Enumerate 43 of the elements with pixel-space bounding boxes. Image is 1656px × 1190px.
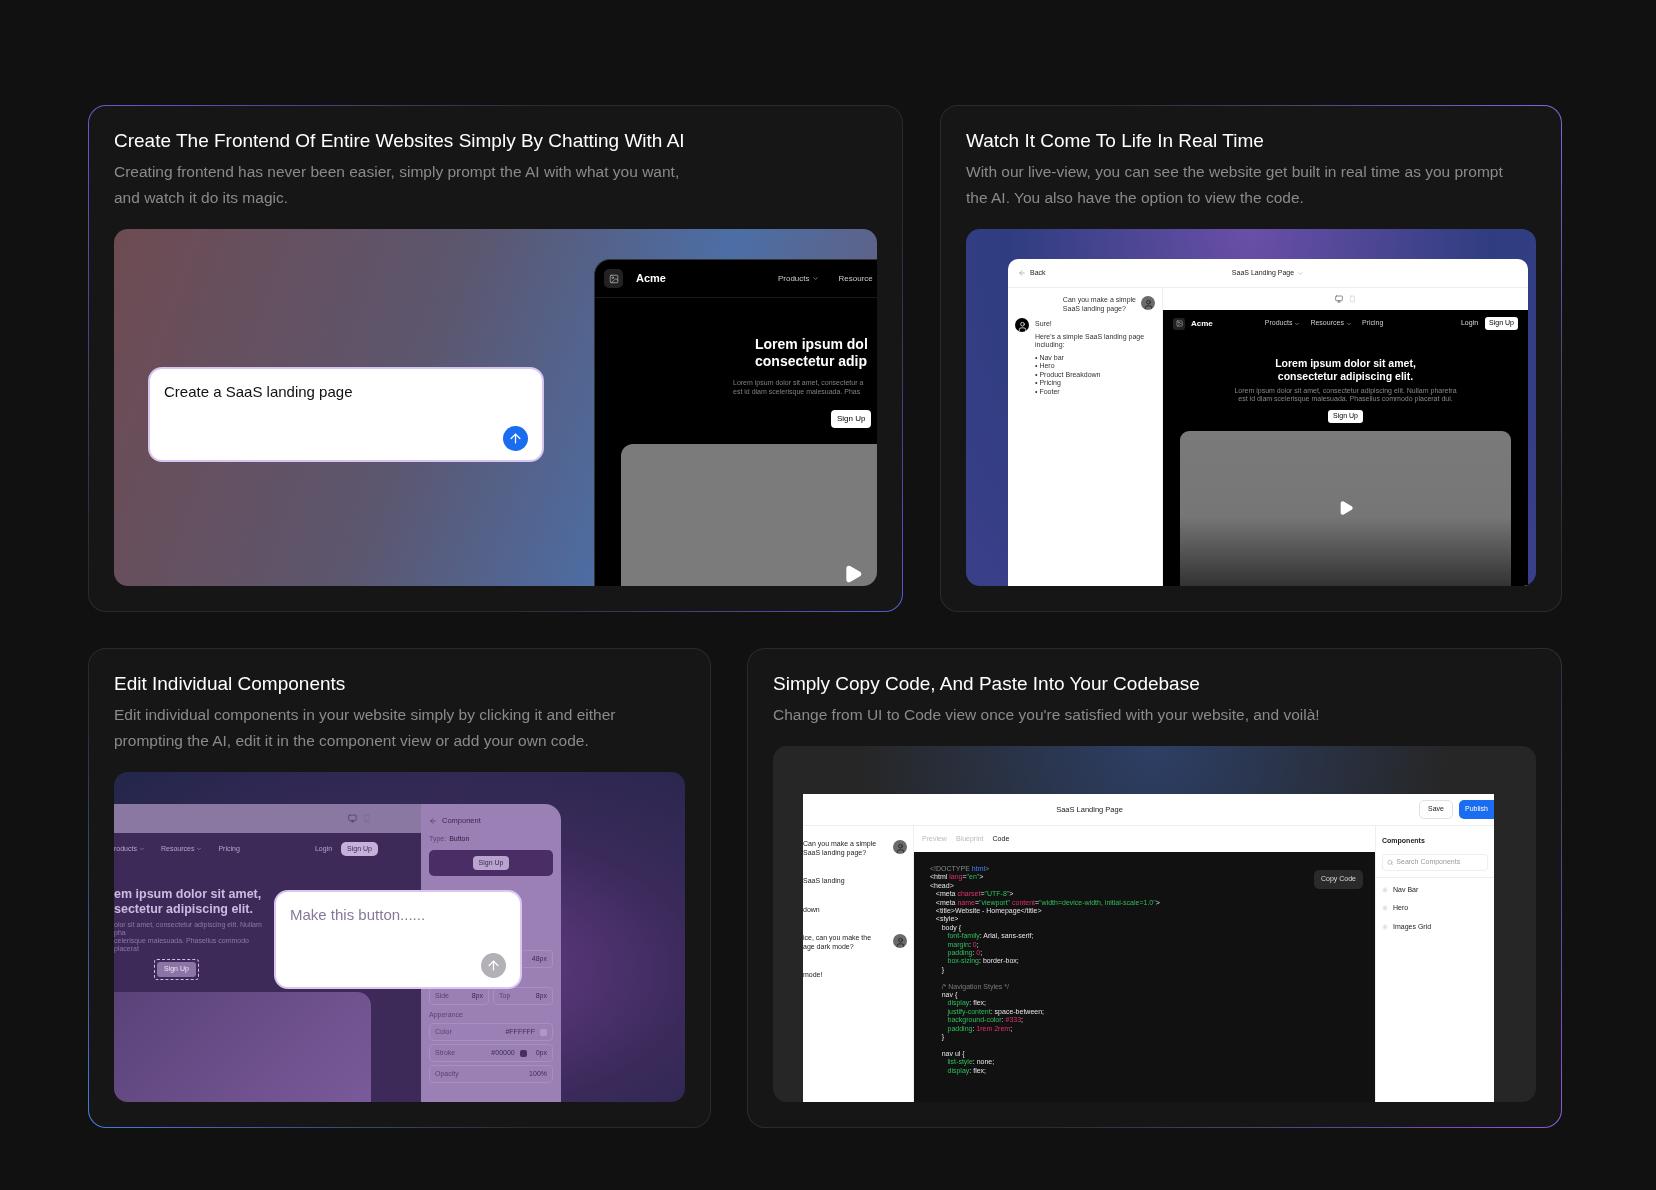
card-description: Change from UI to Code view once you're satisfied with your website, and voilà!: [773, 705, 1321, 725]
color-swatch[interactable]: [519, 1049, 527, 1057]
card-title: Simply Copy Code, And Paste Into Your Codebase: [773, 672, 1201, 696]
avatar-icon: [893, 934, 907, 948]
signup-button[interactable]: Sign Up: [831, 410, 872, 428]
chevron-icon: [1345, 320, 1352, 327]
desktop-icon[interactable]: [1335, 295, 1343, 303]
hero-heading: Lorem ipsum dol consectetur adip: [754, 336, 868, 370]
hash-icon: [1382, 905, 1388, 912]
card-title: Watch It Come To Life In Real Time: [966, 129, 1265, 153]
card-description: Edit individual components in your website simply by clicking it and either prompting the AI, edit it in the component view or add your own code.: [114, 705, 617, 751]
avatar-icon: [893, 840, 907, 854]
logo-icon: [604, 269, 623, 288]
hash-icon: [1382, 923, 1388, 930]
send-button[interactable]: [503, 426, 528, 451]
logo-icon: [1173, 317, 1185, 330]
arrow-left-icon: [429, 816, 437, 825]
card-title: Edit Individual Components: [114, 672, 347, 696]
chevron-icon: [811, 275, 819, 282]
hero-heading: em ipsum dolor sit amet, sectetur adipiscing elit.: [114, 887, 262, 917]
color-swatch[interactable]: [540, 1028, 547, 1036]
prompt-field[interactable]: Create a SaaS landing page: [164, 381, 528, 404]
chevron-icon: [1297, 269, 1305, 277]
nav-link[interactable]: Resource: [838, 272, 873, 285]
send-button[interactable]: [481, 953, 506, 978]
chevron-icon: [1294, 320, 1301, 327]
brand-name: Acme: [1191, 317, 1213, 330]
chevron-icon: [138, 846, 145, 852]
desktop-icon[interactable]: [348, 814, 357, 823]
avatar-icon: [1141, 296, 1155, 310]
prompt-field[interactable]: Make this button......: [290, 904, 506, 927]
chevron-icon: [196, 846, 203, 852]
nav-link[interactable]: Products: [777, 272, 819, 285]
avatar-icon: [1015, 318, 1029, 332]
card-description: Creating frontend has never been easier, simply prompt the AI with what you want, and watch it do its magic.: [114, 162, 681, 208]
brand-name: Acme: [636, 271, 666, 287]
card-title: Create The Frontend Of Entire Websites Simply By Chatting With AI: [114, 129, 686, 153]
hero-heading: Lorem ipsum dolor sit amet, consectetur adipiscing elit.: [1275, 357, 1416, 382]
play-icon: [843, 564, 863, 584]
card-description: With our live-view, you can see the website get built in real time as you prompt the AI. You also have the option to view the code.: [966, 162, 1504, 208]
arrow-left-icon: [1018, 269, 1026, 277]
search-icon: [1387, 858, 1394, 866]
hash-icon: [1382, 886, 1388, 893]
